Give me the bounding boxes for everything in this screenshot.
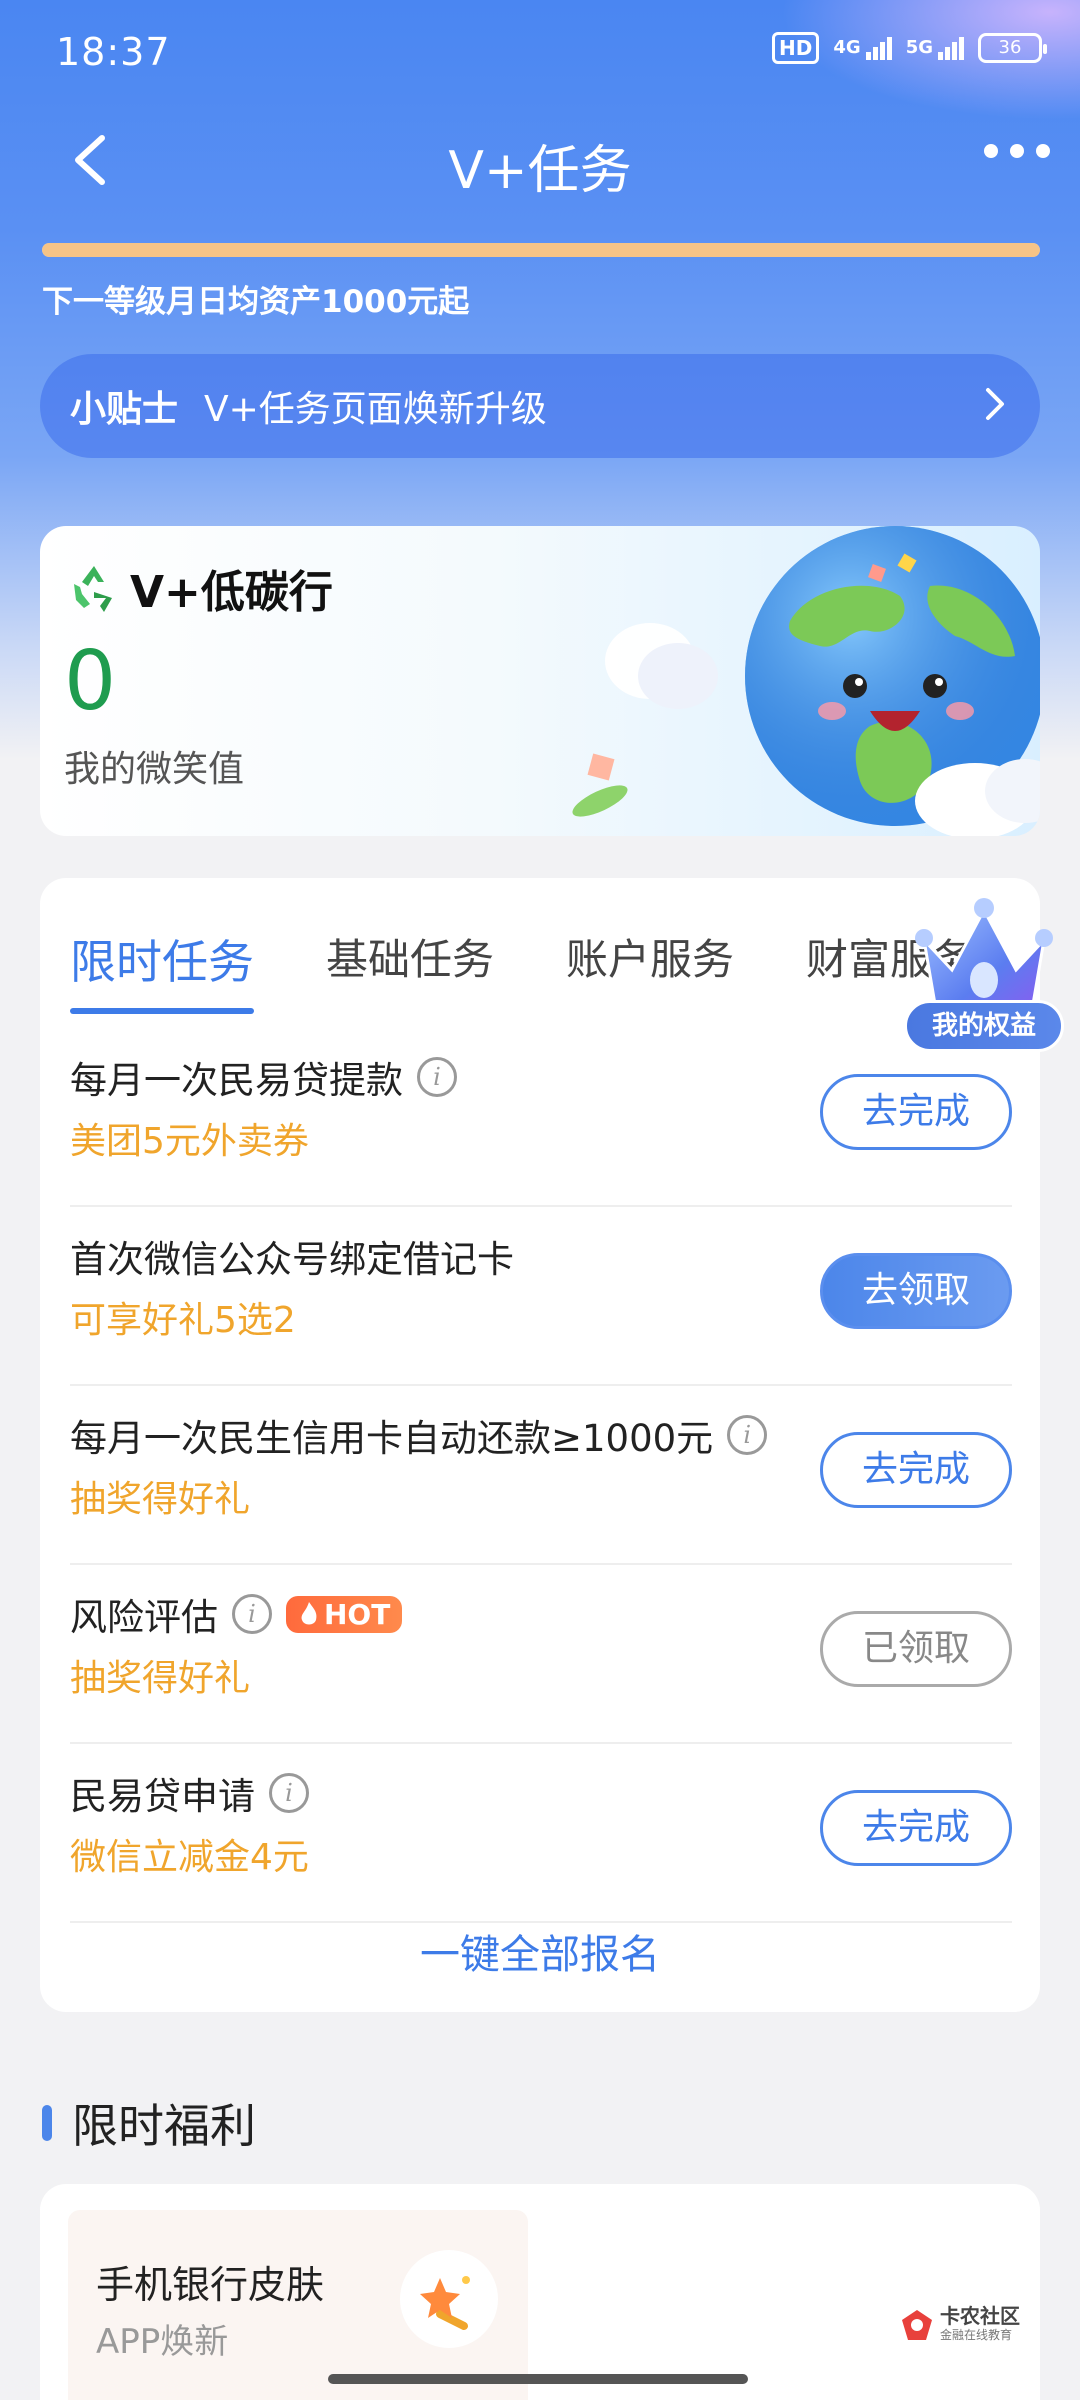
task-name: 每月一次民生信用卡自动还款≥1000元 i: [70, 1408, 768, 1462]
tab-0[interactable]: 限时任务: [70, 926, 254, 1014]
task-list: 每月一次民易贷提款 i 美团5元外卖券 去完成 首次微信公众号绑定借记卡 可享好礼5选2 去…: [70, 1028, 1012, 1923]
watermark-line2: 金融在线教育: [940, 2328, 1013, 2342]
welfare-section-title: 限时福利: [42, 2090, 256, 2156]
nav-bar: V+任务: [0, 110, 1080, 210]
info-icon[interactable]: i: [269, 1773, 309, 1813]
recycle-icon: [74, 566, 112, 612]
carbon-title: V+低碳行: [66, 556, 333, 620]
carbon-title-text: V+低碳行: [130, 567, 333, 618]
earth-illustration: [572, 526, 1040, 836]
watermark-logo: 卡农社区 金融在线教育: [900, 2306, 1020, 2343]
task-tabs: 限时任务 基础任务 账户服务 财富服务: [70, 926, 974, 1014]
task-action-button[interactable]: 已领取: [820, 1611, 1012, 1687]
page-title: V+任务: [448, 141, 632, 201]
info-icon[interactable]: i: [727, 1415, 768, 1455]
task-name-text: 民易贷申请: [70, 1775, 255, 1818]
smile-value-label: 我的微笑值: [64, 749, 245, 790]
section-bar: [42, 2105, 52, 2141]
smile-value: 0: [64, 634, 117, 729]
welfare-card: 手机银行皮肤 APP焕新: [40, 2184, 1040, 2400]
task-name: 每月一次民易贷提款 i: [70, 1050, 457, 1104]
more-dot-icon: [1010, 144, 1024, 158]
tab-1[interactable]: 基础任务: [326, 926, 494, 992]
task-name-text: 首次微信公众号绑定借记卡: [70, 1238, 514, 1281]
watermark-text: 卡农社区 金融在线教育: [940, 2306, 1020, 2343]
task-name: 首次微信公众号绑定借记卡: [70, 1229, 514, 1283]
info-icon[interactable]: i: [417, 1057, 457, 1097]
task-name-text: 风险评估: [70, 1596, 218, 1639]
magic-wand-icon: [400, 2250, 498, 2348]
task-name: 民易贷申请 i: [70, 1766, 309, 1820]
task-reward: 抽奖得好礼: [70, 1658, 251, 1699]
flame-icon: [301, 1602, 317, 1625]
my-benefits-button[interactable]: 我的权益: [904, 1000, 1064, 1052]
skin-item[interactable]: 手机银行皮肤 APP焕新: [68, 2210, 528, 2400]
task-action-button[interactable]: 去完成: [820, 1074, 1012, 1150]
tasks-card: 限时任务 基础任务 账户服务 财富服务 每月一次民易贷提款 i 美团5元外卖券 去完成 首次微…: [40, 878, 1040, 2012]
task-name-text: 每月一次民生信用卡自动还款≥1000元: [70, 1417, 714, 1460]
net2-label: 5G: [905, 36, 933, 58]
task-action-button[interactable]: 去领取: [820, 1253, 1012, 1329]
task-name: 风险评估 i HOT: [70, 1587, 403, 1641]
status-bar: 18:37 HD 4G 5G 36: [0, 0, 1080, 110]
task-row: 民易贷申请 i 微信立减金4元 去完成: [70, 1744, 1012, 1923]
level-hint: 下一等级月日均资产1000元起: [42, 284, 470, 320]
task-action-button[interactable]: 去完成: [820, 1432, 1012, 1508]
task-reward: 美团5元外卖券: [70, 1121, 309, 1162]
home-indicator[interactable]: [328, 2374, 748, 2384]
status-time: 18:37: [56, 30, 171, 74]
hot-label: HOT: [324, 1597, 391, 1631]
signal-5g-icon: 5G: [905, 36, 964, 60]
task-row: 每月一次民生信用卡自动还款≥1000元 i 抽奖得好礼 去完成: [70, 1386, 1012, 1565]
tip-banner[interactable]: 小贴士 V+任务页面焕新升级: [40, 354, 1040, 458]
kanong-logo-icon: [902, 2309, 932, 2340]
status-icons: HD 4G 5G 36: [772, 32, 1047, 64]
more-dot-icon: [984, 144, 998, 158]
signup-all-button[interactable]: 一键全部报名: [40, 1922, 1040, 1980]
task-reward: 可享好礼5选2: [70, 1300, 296, 1341]
more-button[interactable]: [984, 144, 1050, 158]
task-name-text: 每月一次民易贷提款: [70, 1059, 403, 1102]
net1-label: 4G: [833, 36, 861, 58]
hot-badge: HOT: [286, 1595, 403, 1633]
tip-label: 小贴士: [70, 389, 179, 430]
signal-4g-icon: 4G: [833, 36, 892, 60]
level-progress-bar: [42, 243, 1040, 257]
task-reward: 抽奖得好礼: [70, 1479, 251, 1520]
tab-2[interactable]: 账户服务: [566, 926, 734, 992]
skin-title: 手机银行皮肤: [96, 2263, 325, 2307]
skin-subtitle: APP焕新: [96, 2322, 229, 2362]
low-carbon-card[interactable]: V+低碳行 0 我的微笑值: [40, 526, 1040, 836]
more-dot-icon: [1036, 144, 1050, 158]
tip-text: V+任务页面焕新升级: [204, 389, 547, 430]
task-row: 风险评估 i HOT 抽奖得好礼 已领取: [70, 1565, 1012, 1744]
hd-badge: HD: [772, 32, 820, 64]
chevron-right-icon: [980, 384, 1010, 428]
task-row: 首次微信公众号绑定借记卡 可享好礼5选2 去领取: [70, 1207, 1012, 1386]
watermark-line1: 卡农社区: [940, 2304, 1020, 2328]
battery-icon: 36: [978, 33, 1047, 63]
level-progress-fill: [42, 243, 1040, 257]
task-action-button[interactable]: 去完成: [820, 1790, 1012, 1866]
task-reward: 微信立减金4元: [70, 1837, 309, 1878]
info-icon[interactable]: i: [232, 1594, 272, 1634]
task-row: 每月一次民易贷提款 i 美团5元外卖券 去完成: [70, 1028, 1012, 1207]
welfare-title-text: 限时福利: [72, 2099, 256, 2153]
